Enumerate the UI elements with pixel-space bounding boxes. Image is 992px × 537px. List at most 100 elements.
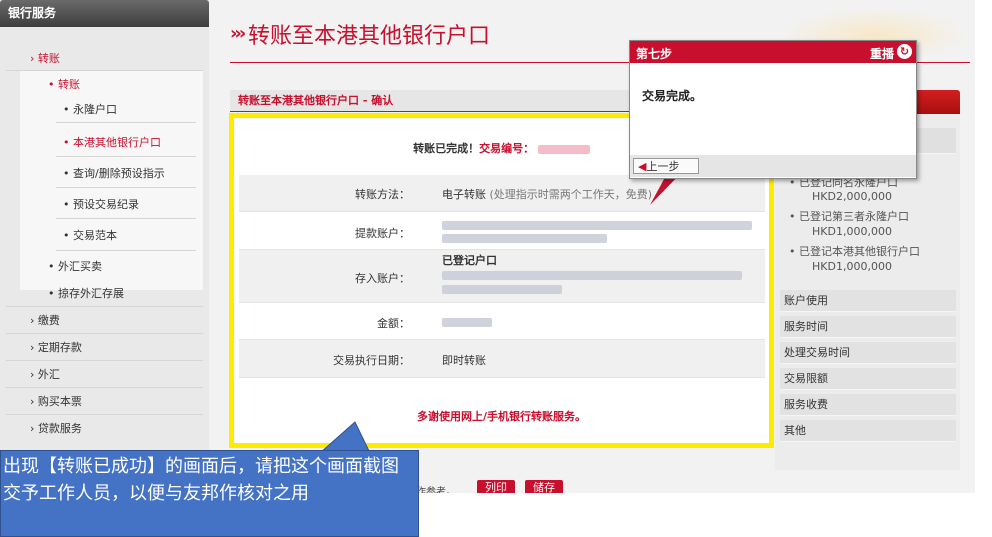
previous-step-label: 上一步: [646, 160, 680, 173]
bullet-icon: •: [48, 260, 55, 273]
divider: [6, 414, 203, 415]
field-value: 电子转账 (处理指示时需两个工作天，免费): [442, 186, 652, 202]
sidebar-item-label: 贷款服务: [37, 422, 82, 435]
sidebar-item-label: 转账: [58, 78, 80, 91]
debit-account-redacted: [442, 218, 752, 244]
limit-line: • 已登记本港其他银行户口: [789, 245, 920, 258]
method-value: 电子转账: [442, 188, 486, 201]
field-label: 转账方法：: [355, 188, 410, 201]
step-label: 第七步: [636, 47, 673, 61]
info-item-transaction-limits[interactable]: 交易限额: [780, 368, 956, 390]
replay-icon[interactable]: ↻: [897, 44, 912, 59]
sidebar-item-cashier-order[interactable]: › 购买本票: [30, 389, 82, 415]
credit-account-redacted: [442, 270, 742, 280]
chevron-right-icon: ›: [30, 52, 35, 65]
info-item-processing-time[interactable]: 处理交易时间: [780, 342, 956, 364]
divider: [6, 333, 203, 334]
callout-text: 出现【转账已成功】的画面后，请把这个画面截图交予工作人员，以便与友邦作核对之用: [3, 456, 399, 504]
chevron-right-icon: ›: [30, 314, 35, 327]
sidebar-subitem-query-delete[interactable]: • 查询/删除预设指示: [63, 161, 165, 187]
sidebar-subitem-transfer[interactable]: • 转账: [48, 72, 80, 98]
sidebar-item-label: 预设交易纪录: [73, 198, 139, 211]
instruction-callout: 出现【转账已成功】的画面后，请把这个画面截图交予工作人员，以便与友邦作核对之用: [0, 450, 419, 537]
divider: [6, 360, 203, 361]
divider: [56, 218, 196, 219]
field-label: 存入账户：: [355, 272, 410, 285]
reference-number-redacted: [537, 144, 590, 154]
field-value: 即时转账: [442, 354, 486, 367]
sidebar: 银行服务 › 转账 • 转账 • 永隆户口 • 本港其他银行户口 • 查询/删除…: [0, 0, 209, 493]
row-amount: 金额：: [239, 303, 765, 340]
bullet-icon: •: [48, 78, 55, 91]
info-item-service-fees[interactable]: 服务收费: [780, 394, 956, 416]
sidebar-item-label: 掠存外汇存展: [58, 287, 124, 300]
popup-footer: ◀上一步: [630, 155, 916, 177]
sidebar-item-transfer[interactable]: › 转账: [30, 46, 60, 72]
print-button[interactable]: 列印: [477, 480, 515, 493]
bullet-icon: •: [63, 167, 70, 180]
divider: [56, 156, 196, 157]
bullet-icon: •: [63, 229, 70, 242]
registered-account-label: 已登记户口: [442, 254, 497, 267]
popup-message: 交易完成。: [642, 89, 703, 103]
field-value: 已登记户口: [442, 254, 742, 296]
sidebar-subitem-templates[interactable]: • 交易范本: [63, 223, 117, 249]
limit-amount: HKD1,000,000: [812, 225, 892, 238]
credit-account-redacted: [442, 284, 562, 294]
limit-amount: HKD2,000,000: [812, 190, 892, 203]
method-note: (处理指示时需两个工作天，免费): [489, 188, 653, 201]
sidebar-subitem-fx-deposit[interactable]: • 掠存外汇存展: [48, 281, 124, 307]
field-label: 提款账户：: [355, 227, 410, 240]
sidebar-header: 银行服务: [0, 0, 209, 27]
row-debit-account: 提款账户：: [239, 212, 765, 250]
limit-text: 已登记本港其他银行户口: [799, 245, 920, 258]
limit-amount: HKD1,000,000: [812, 260, 892, 273]
page-title: 转账至本港其他银行户口: [248, 24, 491, 49]
sidebar-subitem-wing-lung-account[interactable]: • 永隆户口: [63, 97, 117, 123]
sidebar-subitem-preset-records[interactable]: • 预设交易纪录: [63, 192, 139, 218]
limit-text: 已登记第三者永隆户口: [799, 210, 909, 223]
sidebar-item-label: 转账: [37, 52, 60, 65]
sidebar-item-label: 交易范本: [73, 229, 117, 242]
sidebar-item-label: 购买本票: [37, 395, 82, 408]
replay-button[interactable]: 重播: [870, 45, 894, 62]
save-button[interactable]: 储存: [525, 480, 563, 493]
sidebar-item-label: 定期存款: [37, 341, 82, 354]
bullet-icon: •: [63, 136, 70, 149]
row-execution-date: 交易执行日期： 即时转账: [239, 340, 765, 378]
sidebar-item-bill-payment[interactable]: › 缴费: [30, 308, 60, 334]
amount-redacted: [442, 315, 492, 328]
step-popup: 第七步 重播 ↻ 交易完成。 ◀上一步: [629, 40, 917, 179]
chevron-right-icon: ›: [30, 422, 35, 435]
divider: [6, 70, 203, 71]
info-item-account-usage[interactable]: 账户使用: [780, 290, 956, 312]
limit-line: • 已登记第三者永隆户口: [789, 210, 909, 223]
chevron-right-icon: ›: [30, 368, 35, 381]
triple-chevron-icon: ›››: [230, 23, 246, 44]
divider: [56, 122, 196, 123]
bullet-icon: •: [63, 103, 70, 116]
bullet-icon: •: [63, 198, 70, 211]
bullet-icon: •: [48, 287, 55, 300]
field-label: 金额：: [377, 317, 410, 330]
sidebar-item-label: 缴费: [37, 314, 60, 327]
chevron-right-icon: ›: [30, 341, 35, 354]
sidebar-item-label: 永隆户口: [73, 103, 117, 116]
sidebar-subitem-other-local-bank[interactable]: • 本港其他银行户口: [63, 130, 161, 156]
sidebar-item-time-deposit[interactable]: › 定期存款: [30, 335, 82, 361]
divider: [6, 387, 203, 388]
chevron-right-icon: ›: [30, 395, 35, 408]
reference-label: 交易编号：: [479, 142, 535, 155]
sidebar-item-loan-services[interactable]: › 贷款服务: [30, 416, 82, 442]
sidebar-subitem-forex[interactable]: • 外汇买卖: [48, 254, 102, 280]
print-note: 作参考。: [416, 487, 456, 493]
sidebar-item-label: 外汇买卖: [58, 260, 102, 273]
callout-tail: [318, 421, 371, 454]
info-item-service-hours[interactable]: 服务时间: [780, 316, 956, 338]
info-item-others[interactable]: 其他: [780, 420, 956, 442]
sidebar-item-foreign-exchange[interactable]: › 外汇: [30, 362, 60, 388]
divider: [56, 250, 196, 251]
sidebar-item-label: 外汇: [37, 368, 60, 381]
success-text: 转账已完成！: [413, 142, 480, 155]
previous-step-button[interactable]: ◀上一步: [633, 158, 699, 174]
